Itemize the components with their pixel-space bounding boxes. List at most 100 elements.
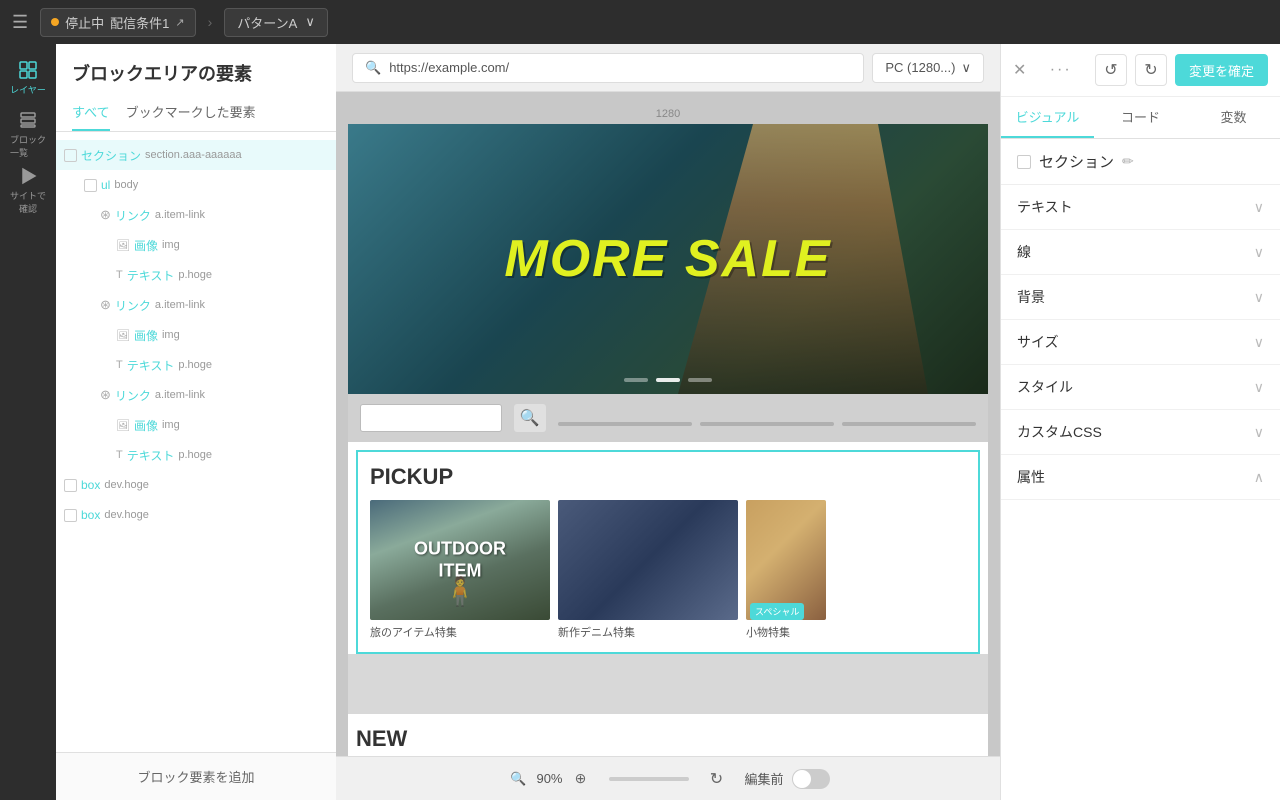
item-type: リンク bbox=[115, 387, 151, 404]
device-chevron-icon: ∨ bbox=[961, 60, 971, 76]
chevron-down-icon: ∨ bbox=[305, 14, 315, 30]
tree-item-ul[interactable]: ul body bbox=[56, 170, 336, 200]
link-icon-2: ⊛ bbox=[100, 297, 111, 313]
prop-line[interactable]: 線 ∨ bbox=[1001, 230, 1280, 275]
pickup-item-2[interactable]: 新作デニム特集 bbox=[558, 500, 738, 640]
sidebar-item-layers[interactable]: レイヤー bbox=[4, 52, 52, 104]
close-button[interactable]: ✕ bbox=[1013, 60, 1026, 80]
pickup-label-3: 小物特集 bbox=[746, 624, 826, 640]
refresh-button[interactable]: ↻ bbox=[705, 767, 729, 791]
tree-item-box-2[interactable]: box dev.hoge bbox=[56, 500, 336, 530]
tree-item-img-1[interactable]: 🖼 画像 img bbox=[56, 230, 336, 260]
canvas-toolbar: 🔍 https://example.com/ PC (1280...) ∨ bbox=[336, 44, 1000, 92]
device-label: PC (1280...) bbox=[885, 60, 955, 75]
tree-item-link-2[interactable]: ⊛ リンク a.item-link bbox=[56, 290, 336, 320]
hamburger-icon[interactable]: ☰ bbox=[12, 12, 28, 33]
add-block-button[interactable]: ブロック要素を追加 bbox=[56, 752, 336, 800]
item-class: body bbox=[114, 179, 138, 191]
prop-size[interactable]: サイズ ∨ bbox=[1001, 320, 1280, 365]
item-checkbox[interactable] bbox=[64, 509, 77, 522]
panel-title: ブロックエリアの要素 bbox=[56, 44, 336, 94]
pickup-section: PICKUP OUTDOORITEM 🧍 旅のアイテム特集 bbox=[356, 450, 980, 654]
item-type: 画像 bbox=[134, 237, 158, 254]
item-type: box bbox=[81, 508, 100, 522]
blocks-label: ブロック一覧 bbox=[10, 133, 46, 159]
status-button[interactable]: 停止中 配信条件1 ↗ bbox=[40, 8, 195, 37]
text-icon-3: T bbox=[116, 449, 123, 461]
hero-title: MORE SALE bbox=[504, 229, 831, 289]
item-type: 画像 bbox=[134, 327, 158, 344]
search-submit[interactable]: 🔍 bbox=[514, 404, 546, 432]
item-checkbox[interactable] bbox=[64, 149, 77, 162]
pickup-item-3[interactable]: スペシャル 小物特集 bbox=[746, 500, 826, 640]
hero-dot-3 bbox=[688, 378, 712, 382]
tree-item-text-3[interactable]: T テキスト p.hoge bbox=[56, 440, 336, 470]
tree-item-link-3[interactable]: ⊛ リンク a.item-link bbox=[56, 380, 336, 410]
zoom-in-button[interactable]: ⊕ bbox=[569, 767, 593, 791]
tree-item-img-3[interactable]: 🖼 画像 img bbox=[56, 410, 336, 440]
prop-background[interactable]: 背景 ∨ bbox=[1001, 275, 1280, 320]
edit-mode-toggle[interactable] bbox=[792, 769, 830, 789]
prop-label-line: 線 bbox=[1017, 242, 1031, 262]
prop-label-attributes: 属性 bbox=[1017, 467, 1045, 487]
text-icon-2: T bbox=[116, 359, 123, 371]
search-icon: 🔍 bbox=[365, 60, 381, 76]
undo-button[interactable]: ↺ bbox=[1095, 54, 1127, 86]
right-panel: ✕ ··· ↺ ↻ 変更を確定 ビジュアル コード 変数 セクション ✏ テキス… bbox=[1000, 44, 1280, 800]
sidebar-item-preview[interactable]: サイトで確認 bbox=[4, 164, 52, 216]
tab-variable[interactable]: 変数 bbox=[1187, 97, 1280, 138]
tree-item-text-1[interactable]: T テキスト p.hoge bbox=[56, 260, 336, 290]
tab-code[interactable]: コード bbox=[1094, 97, 1187, 138]
prop-custom-css[interactable]: カスタムCSS ∨ bbox=[1001, 410, 1280, 455]
item-checkbox[interactable] bbox=[84, 179, 97, 192]
item-class: p.hoge bbox=[178, 449, 212, 461]
sidebar-item-blocks[interactable]: ブロック一覧 bbox=[4, 108, 52, 160]
device-selector[interactable]: PC (1280...) ∨ bbox=[872, 53, 984, 83]
item-checkbox[interactable] bbox=[64, 479, 77, 492]
pickup-label-1: 旅のアイテム特集 bbox=[370, 624, 550, 640]
url-bar[interactable]: 🔍 https://example.com/ bbox=[352, 53, 864, 83]
link-icon-3: ⊛ bbox=[100, 387, 111, 403]
hero-dot-2 bbox=[656, 378, 680, 382]
section-checkbox[interactable] bbox=[1017, 155, 1031, 169]
pickup-img-denim bbox=[558, 500, 738, 620]
image-icon-3: 🖼 bbox=[116, 419, 130, 432]
tree-item-img-2[interactable]: 🖼 画像 img bbox=[56, 320, 336, 350]
layers-label: レイヤー bbox=[10, 83, 46, 96]
tree-container: セクション section.aaa-aaaaaa ul body ⊛ リンク a… bbox=[56, 132, 336, 752]
confirm-button[interactable]: 変更を確定 bbox=[1175, 54, 1268, 86]
tab-all[interactable]: すべて bbox=[72, 94, 110, 131]
redo-button[interactable]: ↻ bbox=[1135, 54, 1167, 86]
pattern-selector[interactable]: パターンA ∨ bbox=[224, 8, 328, 37]
tree-item-link-1[interactable]: ⊛ リンク a.item-link bbox=[56, 200, 336, 230]
tab-bookmarked[interactable]: ブックマークした要素 bbox=[126, 94, 256, 131]
prop-attributes[interactable]: 属性 ∧ bbox=[1001, 455, 1280, 500]
edit-icon[interactable]: ✏ bbox=[1122, 153, 1134, 170]
zoom-out-button[interactable]: 🔍 bbox=[506, 767, 530, 791]
prop-style[interactable]: スタイル ∨ bbox=[1001, 365, 1280, 410]
right-panel-header: ✕ ··· ↺ ↻ 変更を確定 bbox=[1001, 44, 1280, 97]
prop-label-text: テキスト bbox=[1017, 197, 1073, 217]
tree-item-section[interactable]: セクション section.aaa-aaaaaa bbox=[56, 140, 336, 170]
pickup-img-outdoor: OUTDOORITEM 🧍 bbox=[370, 500, 550, 620]
prop-label-custom-css: カスタムCSS bbox=[1017, 422, 1102, 442]
left-panel: ブロックエリアの要素 すべて ブックマークした要素 セクション section.… bbox=[56, 44, 336, 800]
new-section: NEW bbox=[348, 714, 988, 756]
more-options-button[interactable]: ··· bbox=[1050, 61, 1072, 79]
tree-item-text-2[interactable]: T テキスト p.hoge bbox=[56, 350, 336, 380]
pattern-label: パターンA bbox=[237, 13, 297, 32]
chevron-down-icon: ∨ bbox=[1254, 244, 1264, 261]
pickup-item-1[interactable]: OUTDOORITEM 🧍 旅のアイテム特集 bbox=[370, 500, 550, 640]
right-panel-actions: ↺ ↻ 変更を確定 bbox=[1095, 54, 1268, 86]
hero-dots bbox=[624, 378, 712, 382]
tree-item-box-1[interactable]: box dev.hoge bbox=[56, 470, 336, 500]
prop-text[interactable]: テキスト ∨ bbox=[1001, 185, 1280, 230]
tab-visual[interactable]: ビジュアル bbox=[1001, 97, 1094, 138]
panel-tabs: すべて ブックマークした要素 bbox=[56, 94, 336, 132]
item-class: a.item-link bbox=[155, 209, 205, 221]
status-text: 停止中 bbox=[65, 13, 104, 32]
item-class: p.hoge bbox=[178, 359, 212, 371]
top-bar: ☰ 停止中 配信条件1 ↗ › パターンA ∨ bbox=[0, 0, 1280, 44]
chevron-down-icon: ∨ bbox=[1254, 424, 1264, 441]
item-type: リンク bbox=[115, 207, 151, 224]
